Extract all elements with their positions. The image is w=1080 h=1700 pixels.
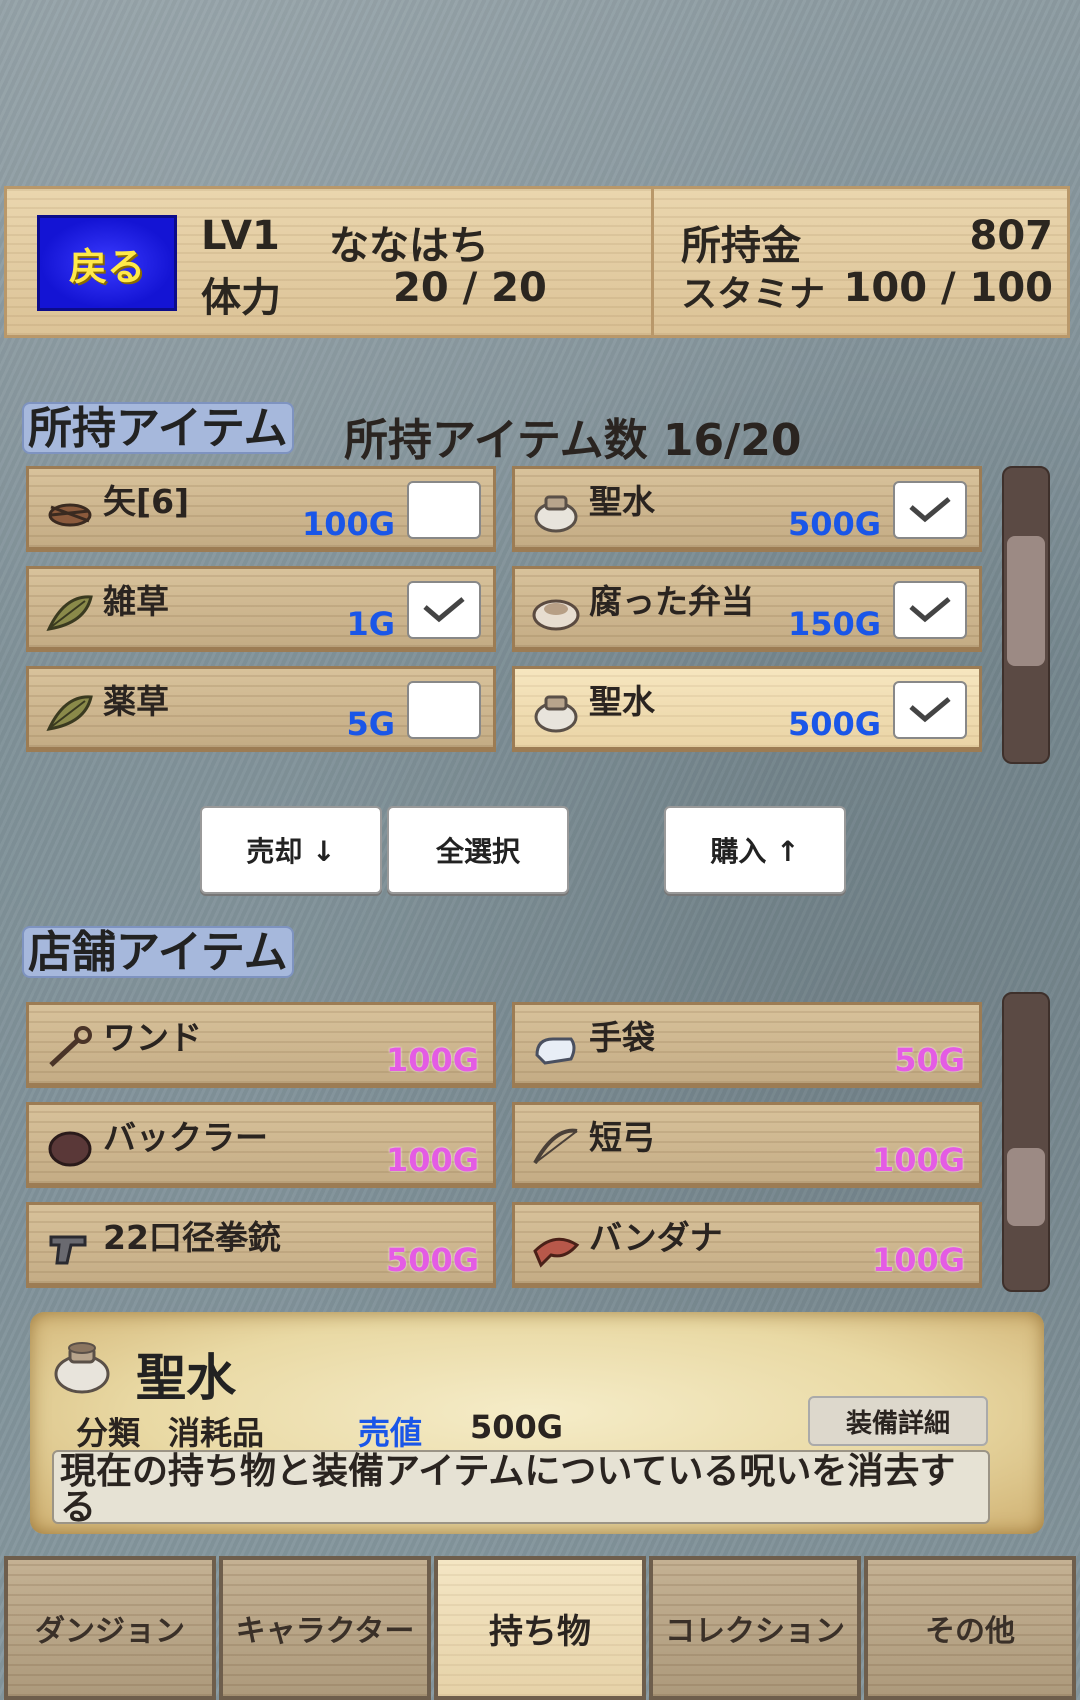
shop-item-name: バックラー: [103, 1118, 268, 1157]
nav-tab-3[interactable]: コレクション: [649, 1556, 861, 1700]
owned-item-name: 聖水: [589, 482, 655, 521]
equip-detail-button[interactable]: 装備詳細: [808, 1396, 988, 1446]
shop-item-cell[interactable]: 22口径拳銃 500G: [26, 1202, 496, 1288]
owned-item-cell[interactable]: 雑草 1G: [26, 566, 496, 652]
select-all-button[interactable]: 全選択: [387, 806, 569, 894]
item-checkbox[interactable]: [893, 581, 967, 639]
item-checkbox[interactable]: [893, 681, 967, 739]
player-name: ななはち: [329, 223, 489, 269]
owned-item-price: 1G: [346, 605, 395, 643]
shop-item-cell[interactable]: バックラー 100G: [26, 1102, 496, 1188]
hp-value: 20 / 20: [393, 265, 547, 311]
hp-label: 体力: [201, 275, 281, 321]
jar-icon: [54, 1342, 110, 1394]
arrow-bundle-icon: [45, 489, 95, 533]
status-header: 戻る LV1 ななはち 体力 20 / 20 所持金 807 スタミナ 100 …: [4, 186, 1070, 338]
item-checkbox[interactable]: [407, 481, 481, 539]
shop-item-name: 短弓: [589, 1118, 655, 1157]
owned-item-price: 500G: [787, 705, 881, 743]
back-button-label: 戻る: [68, 244, 145, 289]
stamina-label: スタミナ: [681, 274, 826, 315]
item-checkbox[interactable]: [893, 481, 967, 539]
nav-tab-4[interactable]: その他: [864, 1556, 1076, 1700]
owned-item-cell[interactable]: 聖水 500G: [512, 466, 982, 552]
rotten-lunch-icon: [531, 589, 581, 633]
owned-item-cell[interactable]: 矢[6] 100G: [26, 466, 496, 552]
shop-item-price: 100G: [871, 1241, 965, 1279]
header-divider: [651, 189, 654, 335]
shop-item-price: 50G: [894, 1041, 965, 1079]
owned-item-price: 5G: [346, 705, 395, 743]
item-description: 現在の持ち物と装備アイテムについている呪いを消去する: [52, 1450, 990, 1524]
shop-item-price: 100G: [871, 1141, 965, 1179]
category-value: 消耗品: [168, 1414, 265, 1452]
owned-item-cell[interactable]: 腐った弁当 150G: [512, 566, 982, 652]
sell-button[interactable]: 売却 ↓: [200, 806, 382, 894]
nav-tab-0[interactable]: ダンジョン: [4, 1556, 216, 1700]
owned-item-price: 500G: [787, 505, 881, 543]
nav-tab-2[interactable]: 持ち物: [434, 1556, 646, 1700]
shop-item-name: バンダナ: [589, 1218, 723, 1257]
gold-value: 807: [969, 213, 1054, 259]
owned-item-name: 腐った弁当: [589, 582, 754, 621]
shop-section-label: 店舗アイテム: [22, 926, 294, 978]
shop-item-name: 手袋: [589, 1018, 655, 1057]
owned-section-label: 所持アイテム: [22, 402, 294, 454]
shop-item-name: ワンド: [103, 1018, 202, 1057]
buy-button[interactable]: 購入 ↑: [664, 806, 846, 894]
wand-icon: [45, 1025, 95, 1069]
bandana-icon: [531, 1225, 581, 1269]
pistol-icon: [45, 1225, 95, 1269]
buckler-icon: [45, 1125, 95, 1169]
level-text: LV1: [201, 213, 280, 259]
shop-item-name: 22口径拳銃: [103, 1218, 281, 1257]
owned-item-price: 150G: [787, 605, 881, 643]
sell-price-label: 売値: [358, 1414, 423, 1452]
glove-icon: [531, 1025, 581, 1069]
owned-item-price: 100G: [301, 505, 395, 543]
shop-item-cell[interactable]: 短弓 100G: [512, 1102, 982, 1188]
item-checkbox[interactable]: [407, 581, 481, 639]
item-detail-panel: 聖水 分類 消耗品 売値 500G 装備詳細 現在の持ち物と装備アイテムについて…: [30, 1312, 1044, 1534]
shop-item-cell[interactable]: ワンド 100G: [26, 1002, 496, 1088]
category-label: 分類: [76, 1414, 141, 1452]
jar-icon: [531, 689, 581, 733]
gold-label: 所持金: [681, 223, 801, 269]
owned-scrollbar-thumb[interactable]: [1007, 536, 1045, 666]
leaf-icon: [45, 689, 95, 733]
leaf-icon: [45, 589, 95, 633]
jar-icon: [531, 489, 581, 533]
owned-item-cell[interactable]: 薬草 5G: [26, 666, 496, 752]
sell-price-value: 500G: [470, 1408, 564, 1446]
owned-item-name: 矢[6]: [103, 482, 190, 521]
shop-item-price: 100G: [385, 1041, 479, 1079]
shop-item-price: 500G: [385, 1241, 479, 1279]
shop-item-cell[interactable]: バンダナ 100G: [512, 1202, 982, 1288]
shop-item-price: 100G: [385, 1141, 479, 1179]
nav-tab-1[interactable]: キャラクター: [219, 1556, 431, 1700]
owned-count: 所持アイテム数 16/20: [344, 415, 802, 466]
owned-scrollbar[interactable]: [1002, 466, 1050, 764]
back-button[interactable]: 戻る: [37, 215, 177, 311]
shop-scrollbar-thumb[interactable]: [1007, 1148, 1045, 1226]
owned-item-name: 聖水: [589, 682, 655, 721]
item-checkbox[interactable]: [407, 681, 481, 739]
bow-icon: [531, 1125, 581, 1169]
owned-item-cell[interactable]: 聖水 500G: [512, 666, 982, 752]
owned-item-name: 薬草: [103, 682, 169, 721]
detail-item-name: 聖水: [136, 1349, 236, 1407]
shop-scrollbar[interactable]: [1002, 992, 1050, 1292]
stamina-value: 100 / 100: [843, 265, 1053, 311]
shop-item-cell[interactable]: 手袋 50G: [512, 1002, 982, 1088]
owned-item-name: 雑草: [103, 582, 169, 621]
